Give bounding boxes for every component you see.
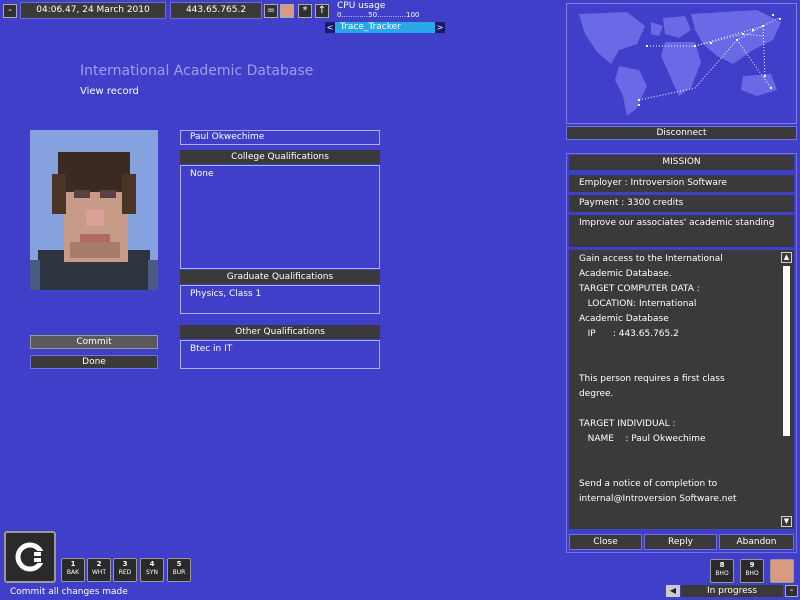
mission-body-line: NAME : Paul Okwechime xyxy=(579,434,706,444)
mission-reply-button[interactable]: Reply xyxy=(644,534,717,550)
key-label: BUR xyxy=(172,569,186,576)
status-message: Commit all changes made xyxy=(10,587,128,597)
key-label: WHT xyxy=(91,569,107,576)
mission-title: MISSION xyxy=(569,155,794,170)
menu-button[interactable]: = xyxy=(264,4,278,18)
mission-body-line xyxy=(579,462,769,477)
mission-body-line: Send a notice of completion to xyxy=(579,479,718,489)
key-number: 2 xyxy=(96,560,102,568)
key-label: SYN xyxy=(146,569,158,576)
trace-right-arrow[interactable]: > xyxy=(435,22,445,33)
mission-body-line xyxy=(579,447,769,462)
mission-body-line: internal@Introversion Software.net xyxy=(579,494,737,504)
mission-body-line xyxy=(579,402,769,417)
key-button-3[interactable]: 3 RED xyxy=(113,558,137,582)
mission-close-button[interactable]: Close xyxy=(569,534,642,550)
cpu-usage-label: CPU usage xyxy=(337,1,386,11)
college-qualifications-header: College Qualifications xyxy=(180,150,380,164)
mission-body-line: Academic Database xyxy=(579,314,669,324)
key-button-1[interactable]: 1 BAK xyxy=(61,558,85,582)
mission-summary: Improve our associates' academic standin… xyxy=(569,215,794,247)
mission-body-line xyxy=(579,357,769,372)
mission-body-line: TARGET COMPUTER DATA : xyxy=(579,284,700,294)
page-subtitle: View record xyxy=(80,86,139,97)
key-button-8[interactable]: 8 BHO xyxy=(710,559,734,583)
trace-left-arrow[interactable]: < xyxy=(325,22,335,33)
mission-body-line: This person requires a first class xyxy=(579,374,725,384)
graduate-qualifications-field[interactable]: Physics, Class 1 xyxy=(180,285,380,314)
hand-icon[interactable] xyxy=(770,559,794,583)
upload-button[interactable]: ↑ xyxy=(315,4,329,18)
world-map[interactable] xyxy=(566,3,797,124)
trace-tracker-bar[interactable]: < Trace_Tracker > xyxy=(325,22,445,33)
mission-body-line: degree. xyxy=(579,389,614,399)
trace-tracker-label: Trace_Tracker xyxy=(340,22,401,32)
college-qualifications-field[interactable]: None xyxy=(180,165,380,269)
commit-button[interactable]: Commit xyxy=(30,335,158,349)
mission-body-line: IP : 443.65.765.2 xyxy=(579,329,679,339)
mission-body-line: Academic Database. xyxy=(579,269,672,279)
datetime-display: 04:06.47, 24 March 2010 xyxy=(20,2,166,19)
other-qualifications-header: Other Qualifications xyxy=(180,325,380,339)
person-photo xyxy=(30,130,158,290)
hand-icon[interactable] xyxy=(280,4,294,18)
progress-status: In progress xyxy=(681,585,783,597)
key-number: 3 xyxy=(122,560,128,568)
mission-body: Gain access to the International Academi… xyxy=(569,250,779,529)
key-number: 5 xyxy=(176,560,182,568)
mission-body-line: Gain access to the International xyxy=(579,254,723,264)
key-number: 8 xyxy=(719,561,725,569)
speaker-icon[interactable]: ◀ xyxy=(666,585,680,597)
cpu-usage-scale: 0............50.............100 xyxy=(337,11,420,19)
done-button[interactable]: Done xyxy=(30,355,158,369)
page-title: International Academic Database xyxy=(80,63,314,79)
minimize-status-button[interactable]: - xyxy=(785,585,798,597)
key-button-2[interactable]: 2 WHT xyxy=(87,558,111,582)
software-menu-button[interactable] xyxy=(4,531,56,583)
key-number: 4 xyxy=(149,560,155,568)
graduate-qualifications-header: Graduate Qualifications xyxy=(180,270,380,284)
scroll-thumb[interactable] xyxy=(783,266,790,436)
key-button-4[interactable]: 4 SYN xyxy=(140,558,164,582)
key-label: RED xyxy=(118,569,132,576)
star-button[interactable]: * xyxy=(298,4,312,18)
mission-scrollbar[interactable]: ▲ ▼ xyxy=(779,250,794,529)
mission-abandon-button[interactable]: Abandon xyxy=(719,534,794,550)
key-button-9[interactable]: 9 BHO xyxy=(740,559,764,583)
key-label: BHO xyxy=(745,570,759,577)
other-qualifications-field[interactable]: Btec in IT xyxy=(180,340,380,369)
name-field[interactable]: Paul Okwechime xyxy=(180,130,380,145)
ip-display: 443.65.765.2 xyxy=(170,2,262,19)
mission-employer: Employer : Introversion Software xyxy=(569,175,794,192)
key-number: 9 xyxy=(749,561,755,569)
disconnect-button[interactable]: Disconnect xyxy=(566,126,797,140)
c-logo-icon xyxy=(15,542,46,572)
key-label: BAK xyxy=(66,569,80,576)
key-number: 1 xyxy=(70,560,76,568)
mission-body-line: TARGET INDIVIDUAL : xyxy=(579,419,676,429)
key-label: BHO xyxy=(715,570,729,577)
minimize-button[interactable]: - xyxy=(3,4,17,18)
scroll-down-icon[interactable]: ▼ xyxy=(781,516,792,527)
mission-payment: Payment : 3300 credits xyxy=(569,195,794,212)
mission-body-line xyxy=(579,342,769,357)
mission-body-line: LOCATION: International xyxy=(579,299,697,309)
scroll-up-icon[interactable]: ▲ xyxy=(781,252,792,263)
key-button-5[interactable]: 5 BUR xyxy=(167,558,191,582)
